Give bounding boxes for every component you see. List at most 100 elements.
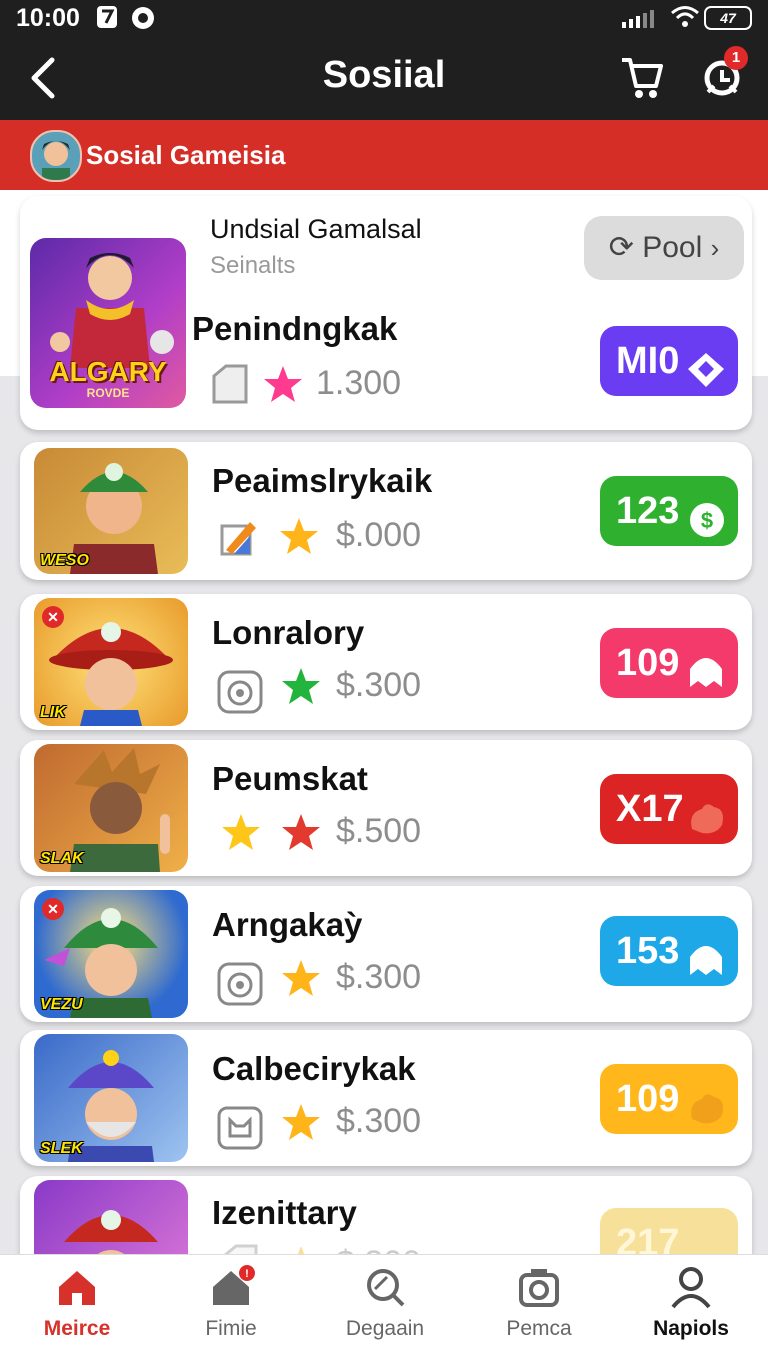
thumbnail-logo: SLEK: [40, 1140, 83, 1157]
tab-label: Pemca: [506, 1317, 572, 1340]
game-badge-button[interactable]: 109: [600, 628, 738, 698]
game-badge-button[interactable]: 123 $: [600, 476, 738, 546]
camera-icon: [517, 1265, 561, 1314]
section-banner: Sosial Gameisia: [0, 120, 768, 190]
tab-camera[interactable]: Pemca: [462, 1255, 616, 1345]
chevron-right-icon: ›: [710, 233, 720, 263]
store-icon: !: [209, 1265, 257, 1314]
game-meta: $.000: [216, 514, 476, 558]
game-meta: $.300: [216, 1100, 476, 1150]
game-card[interactable]: ✕ LIK Lonralory $.300 109: [20, 594, 752, 730]
status-bar: 10:00 47: [0, 0, 768, 38]
pool-button[interactable]: ⟳ Pool ›: [584, 216, 744, 280]
thumbnail-logo: LIK: [40, 704, 66, 721]
badge-label: 109: [616, 642, 680, 684]
target-icon: [216, 666, 264, 719]
target-icon: [216, 958, 264, 1011]
game-badge-button[interactable]: X17: [600, 774, 738, 844]
ghost-icon: [686, 644, 726, 714]
thumbnail-logo-sub: ROVDE: [86, 386, 130, 400]
circle-app-icon: [130, 5, 156, 36]
blob-icon: [686, 790, 726, 860]
edit-icon: [220, 516, 260, 561]
badge-label: 123: [616, 490, 680, 532]
app-header: Sosiial 1: [0, 38, 768, 120]
home-icon: [55, 1265, 99, 1314]
game-card[interactable]: ✕ VEZU Arngakaỳ $.300 153: [20, 886, 752, 1022]
featured-subtitle: Undsial Gamalsal: [210, 214, 422, 244]
game-card[interactable]: WESO Peaimslrykaik $.000 123 $: [20, 442, 752, 580]
svg-text:$: $: [701, 508, 713, 533]
tab-label: Degaain: [345, 1317, 425, 1340]
notification-icon: [96, 5, 118, 34]
game-meta: $.500: [216, 810, 476, 854]
game-title: Penindngkak: [192, 310, 398, 347]
game-meta: $.300: [216, 664, 476, 714]
tab-home[interactable]: Meirce: [0, 1255, 154, 1345]
star-icon: [280, 812, 322, 857]
cart-button[interactable]: [620, 52, 664, 102]
close-icon[interactable]: ✕: [42, 898, 64, 920]
close-icon[interactable]: ✕: [42, 606, 64, 628]
star-icon: [280, 1102, 322, 1147]
cat-icon: [216, 1102, 264, 1155]
badge-label: 109: [616, 1078, 680, 1120]
game-price: $.300: [336, 666, 422, 704]
tab-profile[interactable]: Napiols: [614, 1255, 768, 1345]
game-thumbnail: SLAK: [34, 744, 188, 872]
avatar: [30, 130, 82, 182]
tab-label: Meirce: [43, 1317, 111, 1340]
tab-discover[interactable]: Degaain: [308, 1255, 462, 1345]
thumbnail-logo: WESO: [40, 552, 89, 569]
game-title: Arngakaỳ: [212, 906, 363, 943]
status-time: 10:00: [16, 4, 80, 32]
game-price: $.300: [336, 1102, 422, 1140]
bottom-tab-bar: Meirce ! Fimie Degaain Pemca Napiols: [0, 1254, 768, 1345]
svg-text:!: !: [245, 1268, 249, 1280]
game-price: 1.300: [316, 364, 402, 402]
thumbnail-logo: VEZU: [40, 996, 83, 1013]
cart-icon: [622, 58, 663, 98]
notifications-button[interactable]: 1: [700, 46, 748, 102]
game-card[interactable]: SLEK Calbecirykak $.300 109: [20, 1030, 752, 1166]
game-meta: 1.300: [196, 362, 456, 406]
notification-badge: 1: [724, 46, 748, 70]
game-title: Lonralory: [212, 614, 365, 651]
star-icon: [280, 666, 322, 711]
star-icon: [262, 364, 304, 409]
game-title: Peaimslrykaik: [212, 462, 433, 499]
pool-label: Pool: [642, 231, 703, 264]
tab-store[interactable]: ! Fimie: [154, 1255, 308, 1345]
star-icon: [278, 516, 320, 561]
game-title: Izenittary: [212, 1194, 357, 1231]
game-price: $.000: [336, 516, 422, 554]
battery-indicator: 47: [704, 6, 752, 30]
banner-title: Sosial Gameisia: [86, 140, 286, 170]
badge-label: MI0: [616, 340, 680, 382]
blob-icon: [686, 1080, 726, 1150]
badge-label: X17: [616, 788, 684, 830]
star-icon: [220, 812, 262, 857]
tab-label: Fimie: [205, 1317, 257, 1340]
profile-icon: [669, 1265, 713, 1314]
game-badge-button[interactable]: MI0: [600, 326, 738, 396]
diamond-icon: [686, 342, 726, 412]
badge-label: 153: [616, 930, 680, 972]
wifi-icon: [670, 5, 700, 34]
game-badge-button[interactable]: 109: [600, 1064, 738, 1134]
thumbnail-logo: ALGARY: [49, 356, 167, 387]
featured-caption: Seinalts: [210, 252, 296, 279]
game-title: Peumskat: [212, 760, 368, 797]
game-thumbnail: ✕ VEZU: [34, 890, 188, 1018]
star-icon: [280, 958, 322, 1003]
game-thumbnail: ALGARY ROVDE: [30, 238, 186, 408]
game-card[interactable]: SLAK Peumskat $.500 X17: [20, 740, 752, 876]
document-icon: [210, 364, 250, 409]
tab-label: Napiols: [653, 1317, 729, 1340]
thumbnail-logo: SLAK: [40, 850, 84, 867]
game-title: Calbecirykak: [212, 1050, 416, 1087]
refresh-icon: ⟳: [608, 231, 634, 264]
game-badge-button[interactable]: 153: [600, 916, 738, 986]
signal-icon: [622, 8, 658, 33]
game-thumbnail: WESO: [34, 448, 188, 574]
